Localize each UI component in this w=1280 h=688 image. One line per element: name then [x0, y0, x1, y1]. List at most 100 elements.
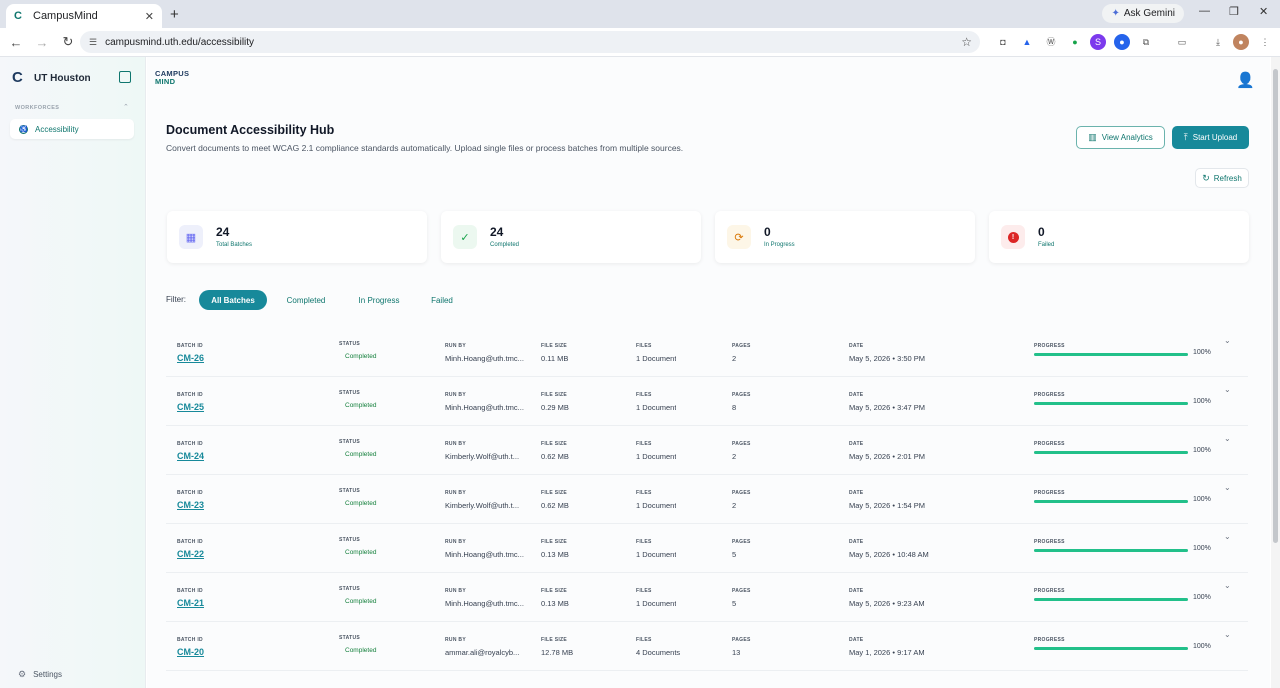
cell-batch-id: BATCH ID CM-26: [177, 343, 204, 363]
cell-batch-id: BATCH ID CM-25: [177, 392, 204, 412]
expand-chevron-icon[interactable]: ⌄: [1224, 336, 1231, 345]
batch-id-link[interactable]: CM-23: [177, 500, 204, 510]
cell-file-size: FILE SIZE 0.62 MB: [541, 441, 569, 461]
date-value: May 5, 2026 • 10:48 AM: [849, 550, 929, 559]
batch-row[interactable]: BATCH ID CM-26 STATUS Completed RUN BY Minh.H…: [166, 331, 1248, 377]
address-bar[interactable]: ☰ campusmind.uth.edu/accessibility ☆: [80, 31, 980, 53]
progress-bar: [1034, 402, 1188, 405]
gear-icon: ⚙: [18, 669, 27, 679]
collapse-sidebar-icon[interactable]: [119, 71, 131, 83]
cell-date: DATE May 5, 2026 • 3:50 PM: [849, 343, 925, 363]
column-caption: PROGRESS: [1034, 441, 1065, 447]
blue-extension-icon[interactable]: ●: [1114, 34, 1130, 50]
view-analytics-button[interactable]: ▥ View Analytics: [1076, 126, 1165, 149]
start-upload-button[interactable]: ⤒ Start Upload: [1172, 126, 1249, 149]
filter-completed[interactable]: Completed: [277, 290, 335, 310]
column-caption: RUN BY: [445, 490, 466, 496]
batch-row[interactable]: BATCH ID CM-25 STATUS Completed RUN BY Minh.H…: [166, 380, 1248, 426]
expand-chevron-icon[interactable]: ⌄: [1224, 630, 1231, 639]
bookmark-star-icon[interactable]: ☆: [961, 35, 972, 49]
files-value: 1 Document: [636, 501, 677, 510]
batch-row[interactable]: BATCH ID CM-21 STATUS Completed RUN BY Minh.H…: [166, 576, 1248, 622]
browser-menu-icon[interactable]: ⋮: [1257, 34, 1273, 50]
cell-files: FILES 1 Document: [636, 490, 676, 510]
expand-chevron-icon[interactable]: ⌄: [1224, 581, 1231, 590]
run-by-value: Kimberly.Wolf@uth.t...: [445, 501, 520, 510]
minimize-icon[interactable]: —: [1199, 5, 1210, 17]
progress-percent: 100%: [1193, 545, 1211, 552]
column-caption: PROGRESS: [1034, 637, 1065, 643]
pages-value: 8: [732, 403, 737, 412]
wordpress-extension-icon[interactable]: Ⓦ: [1043, 34, 1059, 50]
reload-icon[interactable]: ↻: [56, 34, 80, 50]
org-name: UT Houston: [34, 72, 91, 84]
s-extension-icon[interactable]: S: [1090, 34, 1106, 50]
refresh-button[interactable]: ↻ Refresh: [1195, 168, 1249, 188]
date-value: May 1, 2026 • 9:17 AM: [849, 648, 925, 657]
progress-percent: 100%: [1193, 398, 1211, 405]
column-caption: RUN BY: [445, 588, 466, 594]
browser-tab[interactable]: C CampusMind ✕: [6, 4, 162, 28]
stat-label: In Progress: [764, 242, 795, 248]
download-icon[interactable]: ⤓: [1210, 34, 1226, 50]
profile-avatar[interactable]: ●: [1233, 34, 1249, 50]
column-caption: FILE SIZE: [541, 637, 568, 643]
org-switcher[interactable]: C UT Houston: [12, 70, 91, 86]
settings-link[interactable]: ⚙ Settings: [18, 669, 62, 680]
grid-icon: ▦: [179, 225, 203, 249]
date-value: May 5, 2026 • 9:23 AM: [849, 599, 925, 608]
expand-chevron-icon[interactable]: ⌄: [1224, 532, 1231, 541]
pages-value: 13: [732, 648, 741, 657]
page-scrollbar[interactable]: [1271, 57, 1280, 688]
start-upload-label: Start Upload: [1192, 133, 1238, 142]
column-caption: PROGRESS: [1034, 588, 1065, 594]
new-tab-icon[interactable]: +: [170, 6, 179, 23]
batch-id-link[interactable]: CM-26: [177, 353, 204, 363]
stat-card-in-progress: ⟳ 0 In Progress: [715, 211, 975, 263]
cell-pages: PAGES 13: [732, 637, 751, 657]
back-icon[interactable]: ←: [4, 35, 28, 50]
scrollbar-thumb[interactable]: [1273, 69, 1278, 543]
filter-in-progress[interactable]: In Progress: [350, 290, 408, 310]
batch-id-link[interactable]: CM-22: [177, 549, 204, 559]
batch-id-link[interactable]: CM-25: [177, 402, 204, 412]
batch-row[interactable]: BATCH ID CM-23 STATUS Completed RUN BY Kimber…: [166, 478, 1248, 524]
batch-row[interactable]: BATCH ID CM-20 STATUS Completed RUN BY ammar.…: [166, 625, 1248, 671]
site-settings-icon[interactable]: ☰: [89, 37, 97, 48]
files-value: 1 Document: [636, 550, 677, 559]
expand-chevron-icon[interactable]: ⌄: [1224, 434, 1231, 443]
batch-id-link[interactable]: CM-24: [177, 451, 204, 461]
ask-gemini-button[interactable]: ✦ Ask Gemini: [1102, 4, 1184, 23]
camera-extension-icon[interactable]: ◘: [995, 34, 1011, 50]
run-by-value: ammar.ali@royalcyb...: [445, 648, 520, 657]
batch-row[interactable]: BATCH ID CM-24 STATUS Completed RUN BY Kimber…: [166, 429, 1248, 475]
green-extension-icon[interactable]: ●: [1067, 34, 1083, 50]
close-window-icon[interactable]: ✕: [1259, 5, 1268, 18]
cast-icon[interactable]: ▭: [1174, 34, 1190, 50]
section-chevron-up-icon[interactable]: ⌃: [123, 103, 129, 111]
filter-failed[interactable]: Failed: [424, 290, 460, 310]
column-caption: FILE SIZE: [541, 588, 568, 594]
forward-icon[interactable]: →: [30, 35, 54, 50]
cell-file-size: FILE SIZE 0.11 MB: [541, 343, 568, 363]
restore-icon[interactable]: ❐: [1229, 5, 1239, 18]
sidebar-item-accessibility[interactable]: ♿ Accessibility: [10, 119, 134, 139]
filter-all-batches[interactable]: All Batches: [199, 290, 267, 310]
column-caption: RUN BY: [445, 343, 466, 349]
column-caption: PROGRESS: [1034, 539, 1065, 545]
stat-card-completed: ✓ 24 Completed: [441, 211, 701, 263]
expand-chevron-icon[interactable]: ⌄: [1224, 483, 1231, 492]
batch-id-link[interactable]: CM-21: [177, 598, 204, 608]
expand-chevron-icon[interactable]: ⌄: [1224, 385, 1231, 394]
campusmind-favicon-icon: C: [14, 10, 22, 22]
close-tab-icon[interactable]: ✕: [145, 10, 154, 23]
batch-row[interactable]: BATCH ID CM-22 STATUS Completed RUN BY Minh.H…: [166, 527, 1248, 573]
drive-extension-icon[interactable]: ▲: [1019, 34, 1035, 50]
column-caption: BATCH ID: [177, 343, 203, 349]
batch-id-link[interactable]: CM-20: [177, 647, 204, 657]
user-account-icon[interactable]: 👤: [1236, 71, 1255, 89]
cell-file-size: FILE SIZE 0.29 MB: [541, 392, 569, 412]
file-size-value: 0.62 MB: [541, 452, 569, 461]
extensions-puzzle-icon[interactable]: ⧉: [1138, 34, 1154, 50]
cell-status: STATUS Completed: [339, 586, 376, 605]
